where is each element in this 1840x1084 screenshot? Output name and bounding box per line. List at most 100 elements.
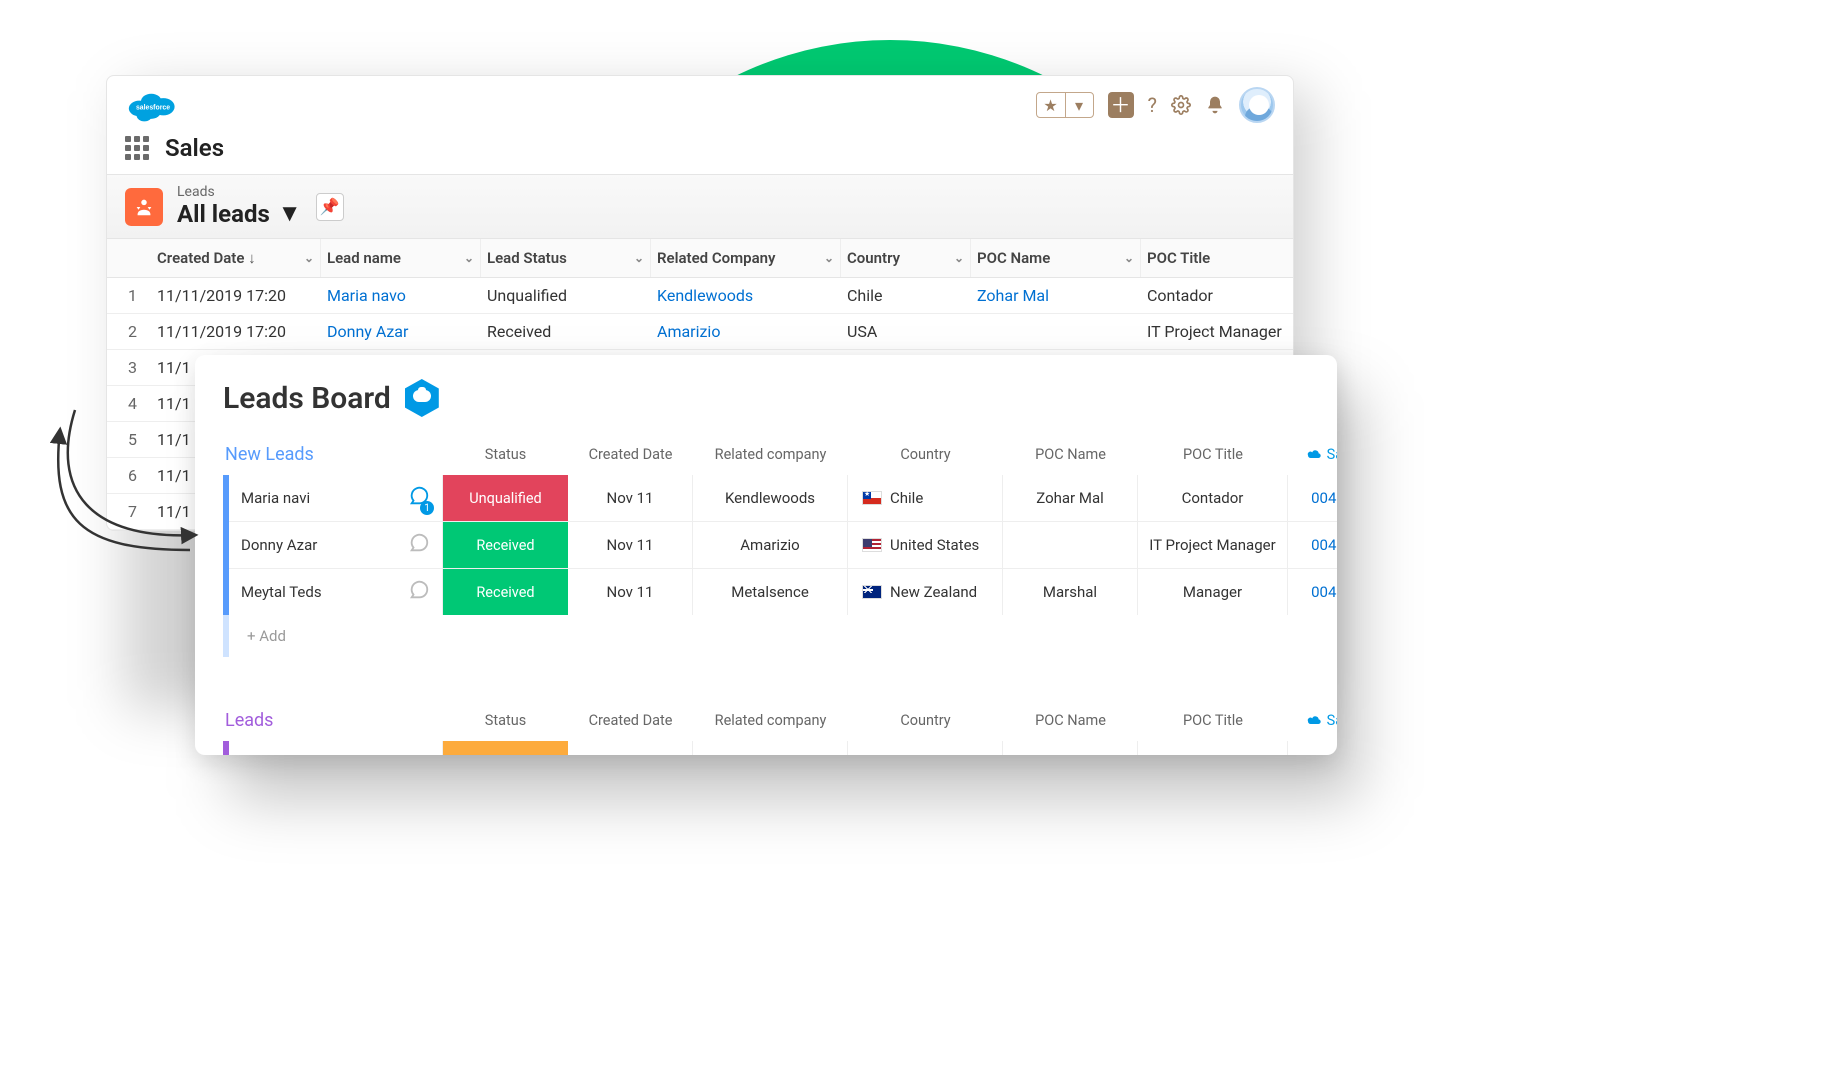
board-col[interactable]: POC Name <box>1003 702 1138 739</box>
board-row[interactable] <box>223 741 1309 755</box>
cell-salesforce-id[interactable]: 00456775639 <box>1288 568 1337 615</box>
lead-object-icon <box>125 188 163 226</box>
board-row[interactable]: Maria naviUnqualifiedNov 11KendlewoodsCh… <box>223 475 1309 521</box>
group-header: LeadsStatusCreated DateRelated companyCo… <box>223 699 1309 741</box>
cell-poc-title: Contador <box>1138 475 1288 521</box>
salesforce-logo-icon: salesforce <box>125 86 181 124</box>
cell-related-company: Amarizio <box>693 521 848 568</box>
app-launcher-icon[interactable] <box>125 136 149 160</box>
svg-text:salesforce: salesforce <box>136 104 170 111</box>
board-col[interactable]: Country <box>848 702 1003 739</box>
cell-country: New Zealand <box>848 568 1003 615</box>
star-icon[interactable]: ★ <box>1037 93 1065 117</box>
col-country[interactable]: Country⌄ <box>841 239 971 277</box>
sync-arrows-icon <box>20 370 210 570</box>
board-col[interactable]: Created Date <box>568 436 693 473</box>
cell-status[interactable]: Unqualified <box>443 475 568 521</box>
leads-board-card: Leads Board New LeadsStatusCreated DateR… <box>195 355 1337 755</box>
flag-icon <box>862 491 882 505</box>
board-row[interactable]: Meytal TedsReceivedNov 11MetalsenceNew Z… <box>223 568 1309 615</box>
row-number: 1 <box>107 278 151 313</box>
cell-created-date: Nov 11 <box>568 521 693 568</box>
cell-country: Chile <box>841 278 971 313</box>
cell-salesforce-id[interactable]: 00456463924 <box>1288 521 1337 568</box>
flag-icon <box>862 538 882 552</box>
cell-poc-title: IT Project Manager <box>1138 521 1288 568</box>
cell-item-name[interactable]: Maria navi <box>229 475 443 521</box>
board-col[interactable]: Status <box>443 436 568 473</box>
cell-poc-title: Contador <box>1141 278 1294 313</box>
cell-status[interactable]: Received <box>443 521 568 568</box>
table-row[interactable]: 211/11/2019 17:20Donny AzarReceivedAmari… <box>107 314 1293 350</box>
cell-lead-name[interactable]: Donny Azar <box>321 314 481 349</box>
board-row[interactable]: Donny AzarReceivedNov 11AmarizioUnited S… <box>223 521 1309 568</box>
avatar[interactable] <box>1239 87 1275 123</box>
app-name: Sales <box>165 134 224 162</box>
table-header: Created Date ↓⌄ Lead name⌄ Lead Status⌄ … <box>107 239 1293 278</box>
table-row[interactable]: 111/11/2019 17:20Maria navoUnqualifiedKe… <box>107 278 1293 314</box>
group-name[interactable]: Leads <box>223 700 443 741</box>
board-col[interactable]: POC Name <box>1003 436 1138 473</box>
cell-lead-name[interactable]: Maria navo <box>321 278 481 313</box>
integration-hex-icon[interactable] <box>405 379 439 417</box>
board-title: Leads Board <box>223 381 391 416</box>
cell-poc-name <box>1003 521 1138 568</box>
cell-item-name[interactable]: Meytal Teds <box>229 568 443 615</box>
cell-poc-name[interactable] <box>971 324 1141 340</box>
board-col[interactable]: Related company <box>693 702 848 739</box>
cell-status[interactable]: Received <box>443 568 568 615</box>
col-poc-name[interactable]: POC Name⌄ <box>971 239 1141 277</box>
list-view-name[interactable]: All leads <box>177 200 270 228</box>
chat-icon[interactable] <box>408 532 430 558</box>
cell-poc-title: IT Project Manager <box>1141 314 1294 349</box>
cell-created-date: Nov 11 <box>568 475 693 521</box>
cell-poc-name: Zohar Mal <box>1003 475 1138 521</box>
col-poc-title[interactable]: POC Title <box>1141 239 1294 277</box>
cell-salesforce-id[interactable]: 00456729008 <box>1288 475 1337 521</box>
cell-country: USA <box>841 314 971 349</box>
chevron-down-icon[interactable]: ▼ <box>278 199 302 228</box>
cell-related-company: Kendlewoods <box>693 475 848 521</box>
cell-lead-status: Unqualified <box>481 278 651 313</box>
cell-poc-title: Manager <box>1138 568 1288 615</box>
cell-related-company[interactable]: Amarizio <box>651 314 841 349</box>
row-number: 2 <box>107 314 151 349</box>
cell-poc-name[interactable]: Zohar Mal <box>971 278 1141 313</box>
cell-country: United States <box>848 521 1003 568</box>
col-related-company[interactable]: Related Company⌄ <box>651 239 841 277</box>
notification-bell-icon[interactable] <box>1205 95 1225 115</box>
board-col[interactable]: Status <box>443 702 568 739</box>
pin-button[interactable]: 📌 <box>316 193 344 221</box>
cell-created-date: Nov 11 <box>568 568 693 615</box>
cell-created-date: 11/11/2019 17:20 <box>151 278 321 313</box>
col-created-date[interactable]: Created Date ↓⌄ <box>151 239 321 277</box>
col-lead-status[interactable]: Lead Status⌄ <box>481 239 651 277</box>
board-col[interactable]: POC Title <box>1138 436 1288 473</box>
help-icon[interactable]: ? <box>1148 93 1157 117</box>
global-add-button[interactable]: ＋ <box>1108 92 1134 118</box>
group-name[interactable]: New Leads <box>223 434 443 475</box>
board-col[interactable]: Country <box>848 436 1003 473</box>
cell-related-company[interactable]: Kendlewoods <box>651 278 841 313</box>
favorites-split-button[interactable]: ★ ▾ <box>1036 92 1094 118</box>
chat-icon[interactable] <box>408 579 430 605</box>
cell-item-name[interactable]: Donny Azar <box>229 521 443 568</box>
cell-poc-name: Marshal <box>1003 568 1138 615</box>
global-header: salesforce ★ ▾ ＋ ? <box>107 76 1293 130</box>
setup-gear-icon[interactable] <box>1171 95 1191 115</box>
object-label: Leads <box>177 185 302 199</box>
chat-icon[interactable] <box>408 485 430 511</box>
board-col-salesforce[interactable]: Salesforce ... <box>1288 436 1337 473</box>
add-item-button[interactable]: + Add <box>229 615 1309 657</box>
col-lead-name[interactable]: Lead name⌄ <box>321 239 481 277</box>
board-col[interactable]: Created Date <box>568 702 693 739</box>
cell-related-company: Metalsence <box>693 568 848 615</box>
board-col-salesforce[interactable]: Salesforce ... <box>1288 702 1337 739</box>
board-col[interactable]: Related company <box>693 436 848 473</box>
group-header: New LeadsStatusCreated DateRelated compa… <box>223 433 1309 475</box>
cell-created-date: 11/11/2019 17:20 <box>151 314 321 349</box>
chevron-down-icon[interactable]: ▾ <box>1065 93 1093 117</box>
cell-lead-status: Received <box>481 314 651 349</box>
cell-country: Chile <box>848 475 1003 521</box>
board-col[interactable]: POC Title <box>1138 702 1288 739</box>
